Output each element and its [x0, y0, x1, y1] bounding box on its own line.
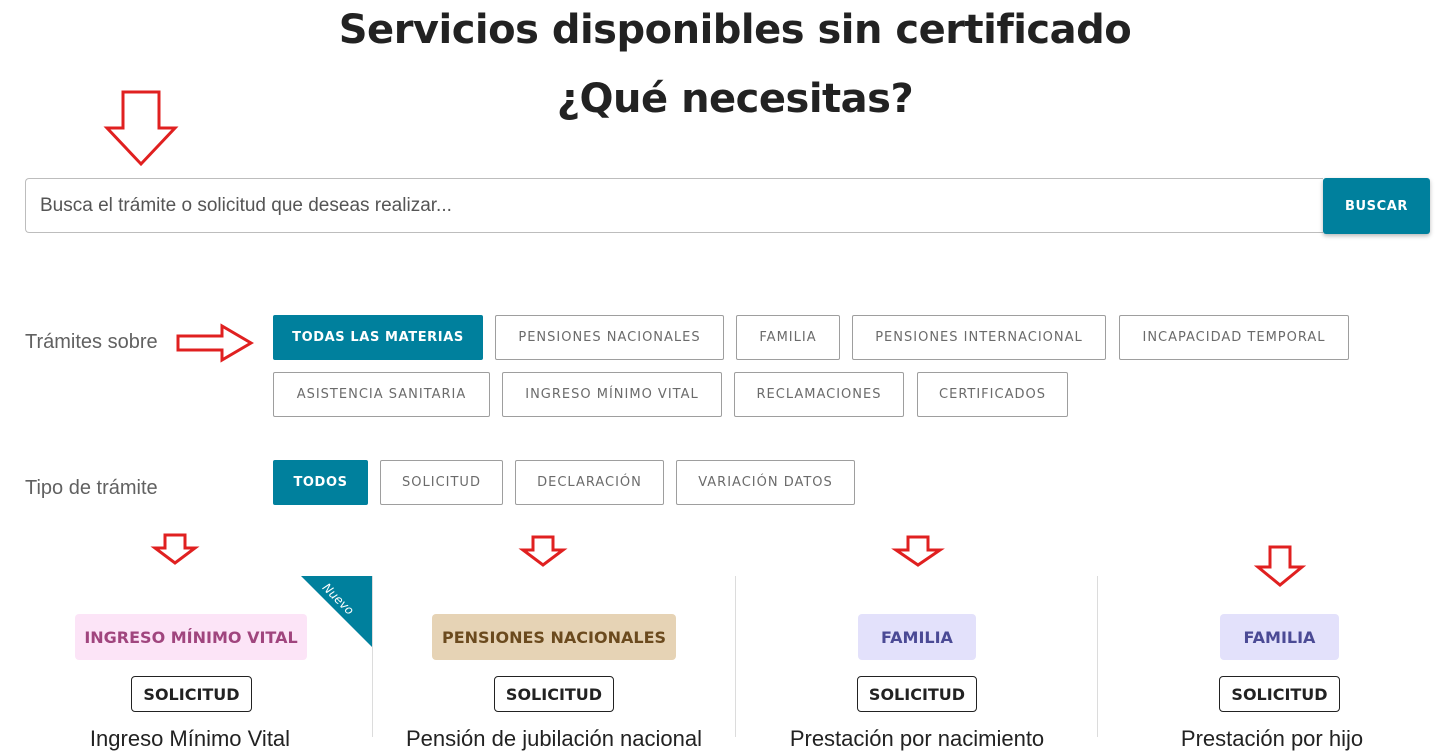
new-ribbon: Nuevo	[301, 576, 372, 647]
search-input[interactable]	[25, 178, 1323, 233]
page-subtitle: ¿Qué necesitas?	[556, 76, 914, 122]
card-title[interactable]: Prestación por nacimiento	[747, 726, 1087, 756]
chip-todas-las-materias[interactable]: TODAS LAS MATERIAS	[273, 315, 483, 360]
chip-solicitud[interactable]: SOLICITUD	[380, 460, 503, 505]
category-tag: FAMILIA	[1220, 614, 1339, 660]
chip-asistencia-sanitaria[interactable]: ASISTENCIA SANITARIA	[273, 372, 490, 417]
card-title[interactable]: Ingreso Mínimo Vital	[20, 726, 360, 756]
chip-declaracion[interactable]: DECLARACIÓN	[515, 460, 664, 505]
chip-ingreso-minimo-vital[interactable]: INGRESO MÍNIMO VITAL	[502, 372, 722, 417]
annotation-arrow-down-icon	[891, 535, 945, 567]
page-title: Servicios disponibles sin certificado	[338, 7, 1132, 53]
type-filter-label: Tipo de trámite	[25, 477, 158, 499]
chip-incapacidad-temporal[interactable]: INCAPACIDAD TEMPORAL	[1119, 315, 1349, 360]
card-title[interactable]: Prestación por hijo	[1109, 726, 1435, 756]
chip-pensiones-nacionales[interactable]: PENSIONES NACIONALES	[495, 315, 724, 360]
type-badge: SOLICITUD	[857, 676, 977, 712]
card-divider	[735, 576, 736, 737]
category-tag: PENSIONES NACIONALES	[432, 614, 676, 660]
search-bar: BUSCAR	[25, 178, 1430, 235]
chip-familia[interactable]: FAMILIA	[736, 315, 840, 360]
chip-todos[interactable]: TODOS	[273, 460, 368, 505]
card-divider	[1097, 576, 1098, 737]
chip-variacion-datos[interactable]: VARIACIÓN DATOS	[676, 460, 855, 505]
category-tag: INGRESO MÍNIMO VITAL	[75, 614, 307, 660]
category-tag: FAMILIA	[858, 614, 976, 660]
annotation-arrow-down-icon	[1253, 545, 1307, 587]
type-badge: SOLICITUD	[131, 676, 252, 712]
chip-certificados[interactable]: CERTIFICADOS	[917, 372, 1068, 417]
annotation-arrow-down-icon	[518, 535, 568, 567]
annotation-arrow-down-icon	[150, 533, 200, 565]
card-title[interactable]: Pensión de jubilación nacional	[384, 726, 724, 756]
chip-reclamaciones[interactable]: RECLAMACIONES	[734, 372, 904, 417]
type-badge: SOLICITUD	[494, 676, 614, 712]
annotation-arrow-right-icon	[176, 323, 254, 363]
chip-pensiones-internacional[interactable]: PENSIONES INTERNACIONAL	[852, 315, 1106, 360]
subject-filter-label: Trámites sobre	[25, 331, 158, 353]
card-divider	[372, 576, 373, 737]
annotation-arrow-down-icon	[103, 90, 179, 167]
search-button[interactable]: BUSCAR	[1323, 178, 1430, 234]
type-badge: SOLICITUD	[1219, 676, 1340, 712]
